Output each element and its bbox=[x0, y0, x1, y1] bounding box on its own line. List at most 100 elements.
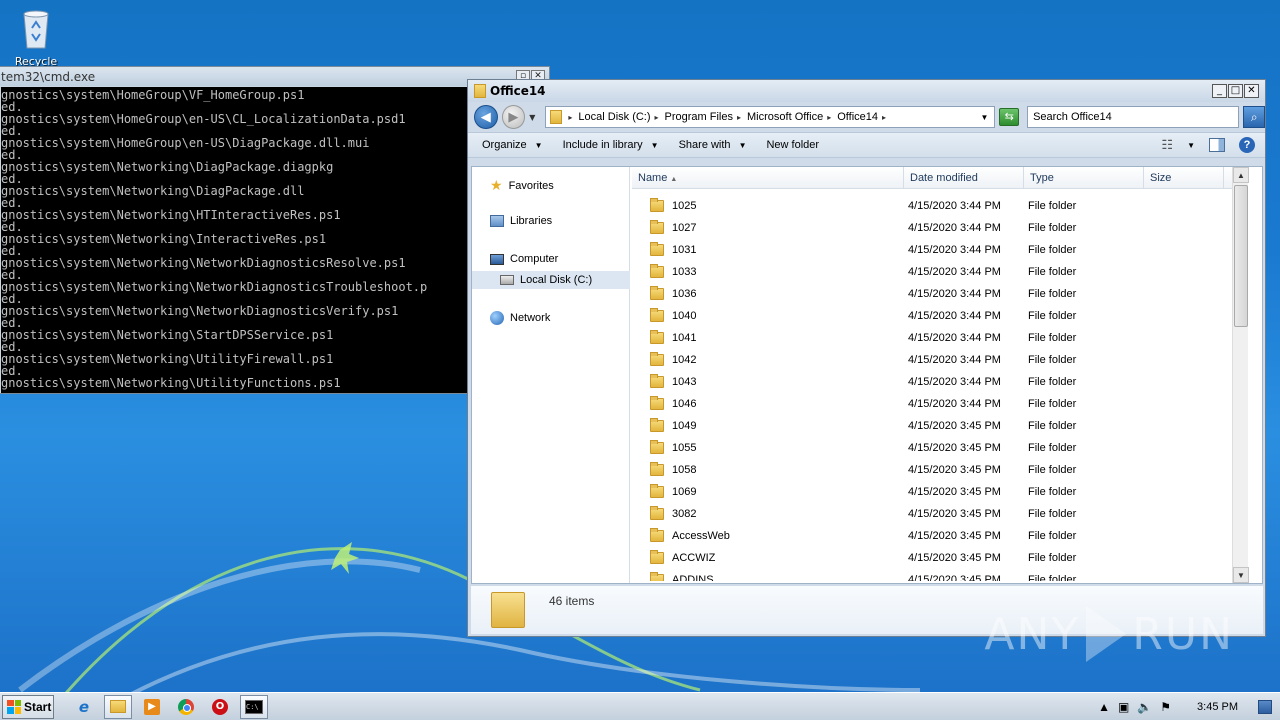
file-list[interactable]: Name ▲ Date modified Type Size 1025 4/15/… bbox=[632, 167, 1249, 583]
row-date: 4/15/2020 3:44 PM bbox=[908, 332, 1001, 344]
table-row[interactable]: 1042 4/15/2020 3:44 PM File folder bbox=[632, 349, 1248, 371]
column-size[interactable]: Size bbox=[1144, 167, 1224, 188]
folder-icon bbox=[650, 242, 664, 256]
include-in-library-label: Include in library bbox=[562, 139, 643, 151]
table-row[interactable]: 1058 4/15/2020 3:45 PM File folder bbox=[632, 459, 1248, 481]
back-button[interactable]: ◀ bbox=[474, 105, 498, 129]
row-date: 4/15/2020 3:45 PM bbox=[908, 530, 1001, 542]
taskbar-chrome[interactable] bbox=[172, 695, 200, 719]
taskbar-ie[interactable]: e bbox=[70, 695, 98, 719]
table-row[interactable]: 1041 4/15/2020 3:44 PM File folder bbox=[632, 327, 1248, 349]
table-row[interactable]: 1025 4/15/2020 3:44 PM File folder bbox=[632, 195, 1248, 217]
organize-button[interactable]: Organize ▼ bbox=[482, 139, 543, 151]
explorer-titlebar[interactable]: Office14 _ □ ✕ bbox=[468, 80, 1265, 102]
action-center-flag-icon[interactable]: ⚑ bbox=[1160, 700, 1171, 714]
breadcrumb-program-files[interactable]: Program Files ▸ bbox=[665, 111, 741, 123]
table-row[interactable]: 1046 4/15/2020 3:44 PM File folder bbox=[632, 393, 1248, 415]
forward-button[interactable]: ▶ bbox=[501, 105, 526, 129]
breadcrumb-label: Local Disk (C:) bbox=[578, 111, 651, 123]
show-desktop-button[interactable] bbox=[1258, 699, 1272, 714]
start-button[interactable]: Start bbox=[2, 694, 54, 719]
row-type: File folder bbox=[1028, 376, 1077, 388]
row-name-cell: 1036 bbox=[632, 286, 902, 300]
table-row[interactable]: ACCWIZ 4/15/2020 3:45 PM File folder bbox=[632, 547, 1248, 569]
column-type[interactable]: Type bbox=[1024, 167, 1144, 188]
search-button[interactable]: ⌕ bbox=[1243, 106, 1265, 128]
scroll-up-icon[interactable]: ▲ bbox=[1233, 167, 1249, 183]
close-button[interactable]: ✕ bbox=[1244, 84, 1259, 98]
table-row[interactable]: 1043 4/15/2020 3:44 PM File folder bbox=[632, 371, 1248, 393]
nav-local-disk[interactable]: Local Disk (C:) bbox=[472, 271, 630, 289]
table-row[interactable]: 1033 4/15/2020 3:44 PM File folder bbox=[632, 261, 1248, 283]
refresh-button[interactable]: ⇆ bbox=[999, 108, 1020, 126]
folder-icon bbox=[650, 264, 664, 278]
table-row[interactable]: 1027 4/15/2020 3:44 PM File folder bbox=[632, 217, 1248, 239]
share-with-label: Share with bbox=[678, 139, 731, 151]
organize-label: Organize bbox=[482, 139, 527, 151]
view-options-icon[interactable]: ☷ bbox=[1161, 137, 1173, 153]
nav-libraries[interactable]: Libraries bbox=[490, 215, 552, 227]
network-tray-icon[interactable]: ▣ bbox=[1118, 700, 1129, 714]
nav-network[interactable]: Network bbox=[490, 311, 550, 325]
folder-icon bbox=[650, 396, 664, 410]
column-name[interactable]: Name ▲ bbox=[632, 167, 904, 188]
row-name: 1043 bbox=[672, 376, 697, 388]
breadcrumb-local-disk[interactable]: Local Disk (C:) ▸ bbox=[578, 111, 658, 123]
explorer-window[interactable]: Office14 _ □ ✕ ◀ ▶ ▼ ▸ Local Disk (C:) ▸ … bbox=[467, 79, 1266, 637]
vertical-scrollbar[interactable]: ▲ ▼ bbox=[1232, 167, 1249, 583]
table-row[interactable]: 1031 4/15/2020 3:44 PM File folder bbox=[632, 239, 1248, 261]
row-name-cell: 1041 bbox=[632, 330, 902, 344]
row-date: 4/15/2020 3:44 PM bbox=[908, 376, 1001, 388]
row-type: File folder bbox=[1028, 442, 1077, 454]
breadcrumb-office14[interactable]: Office14 ▸ bbox=[837, 111, 886, 123]
help-icon[interactable]: ? bbox=[1239, 137, 1255, 153]
column-date-modified[interactable]: Date modified bbox=[904, 167, 1024, 188]
breadcrumb-microsoft-office[interactable]: Microsoft Office ▸ bbox=[747, 111, 831, 123]
taskbar-media-player[interactable]: ▶ bbox=[138, 695, 166, 719]
clock[interactable]: 3:45 PM bbox=[1197, 701, 1238, 713]
nav-favorites[interactable]: ★ Favorites bbox=[490, 177, 554, 194]
address-dropdown-icon[interactable]: ▼ bbox=[980, 113, 988, 122]
row-name: 1040 bbox=[672, 310, 697, 322]
table-row[interactable]: 1069 4/15/2020 3:45 PM File folder bbox=[632, 481, 1248, 503]
libraries-icon bbox=[490, 215, 504, 227]
include-in-library-button[interactable]: Include in library ▼ bbox=[563, 139, 659, 151]
row-name: 1027 bbox=[672, 222, 697, 234]
table-row[interactable]: 1049 4/15/2020 3:45 PM File folder bbox=[632, 415, 1248, 437]
table-row[interactable]: 1036 4/15/2020 3:44 PM File folder bbox=[632, 283, 1248, 305]
minimize-button[interactable]: _ bbox=[1212, 84, 1227, 98]
scroll-down-icon[interactable]: ▼ bbox=[1233, 567, 1249, 583]
search-input[interactable]: Search Office14 bbox=[1027, 106, 1240, 128]
recent-pages-dropdown[interactable]: ▼ bbox=[529, 113, 535, 122]
row-type: File folder bbox=[1028, 266, 1077, 278]
scroll-thumb[interactable] bbox=[1234, 185, 1248, 327]
sort-ascending-icon: ▲ bbox=[670, 176, 678, 183]
breadcrumb-root-arrow[interactable]: ▸ bbox=[568, 113, 572, 122]
table-row[interactable]: 1055 4/15/2020 3:45 PM File folder bbox=[632, 437, 1248, 459]
computer-icon bbox=[490, 253, 504, 265]
folder-icon bbox=[650, 462, 664, 476]
taskbar-explorer[interactable] bbox=[104, 694, 132, 719]
navigation-pane[interactable]: ★ Favorites Libraries Computer Local Dis… bbox=[472, 167, 630, 583]
taskbar-opera[interactable]: O bbox=[206, 695, 234, 719]
address-bar[interactable]: ▸ Local Disk (C:) ▸ Program Files ▸ Micros… bbox=[545, 106, 996, 128]
show-hidden-icons-icon[interactable]: ▲ bbox=[1098, 700, 1110, 714]
maximize-button[interactable]: □ bbox=[1228, 84, 1243, 98]
row-type: File folder bbox=[1028, 574, 1077, 581]
media-player-icon: ▶ bbox=[144, 698, 160, 715]
table-row[interactable]: 1040 4/15/2020 3:44 PM File folder bbox=[632, 305, 1248, 327]
taskbar-cmd[interactable]: C:\ bbox=[240, 694, 268, 719]
view-dropdown-icon[interactable]: ▼ bbox=[1187, 141, 1195, 150]
share-with-button[interactable]: Share with ▼ bbox=[679, 139, 747, 151]
volume-icon[interactable]: 🔈 bbox=[1137, 700, 1152, 714]
table-row[interactable]: AccessWeb 4/15/2020 3:45 PM File folder bbox=[632, 525, 1248, 547]
new-folder-button[interactable]: New folder bbox=[766, 139, 819, 151]
preview-pane-icon[interactable] bbox=[1209, 138, 1225, 152]
row-date: 4/15/2020 3:45 PM bbox=[908, 552, 1001, 564]
row-type: File folder bbox=[1028, 464, 1077, 476]
nav-computer[interactable]: Computer bbox=[490, 253, 558, 265]
table-row[interactable]: ADDINS 4/15/2020 3:45 PM File folder bbox=[632, 569, 1248, 581]
row-date: 4/15/2020 3:44 PM bbox=[908, 222, 1001, 234]
row-type: File folder bbox=[1028, 244, 1077, 256]
table-row[interactable]: 3082 4/15/2020 3:45 PM File folder bbox=[632, 503, 1248, 525]
